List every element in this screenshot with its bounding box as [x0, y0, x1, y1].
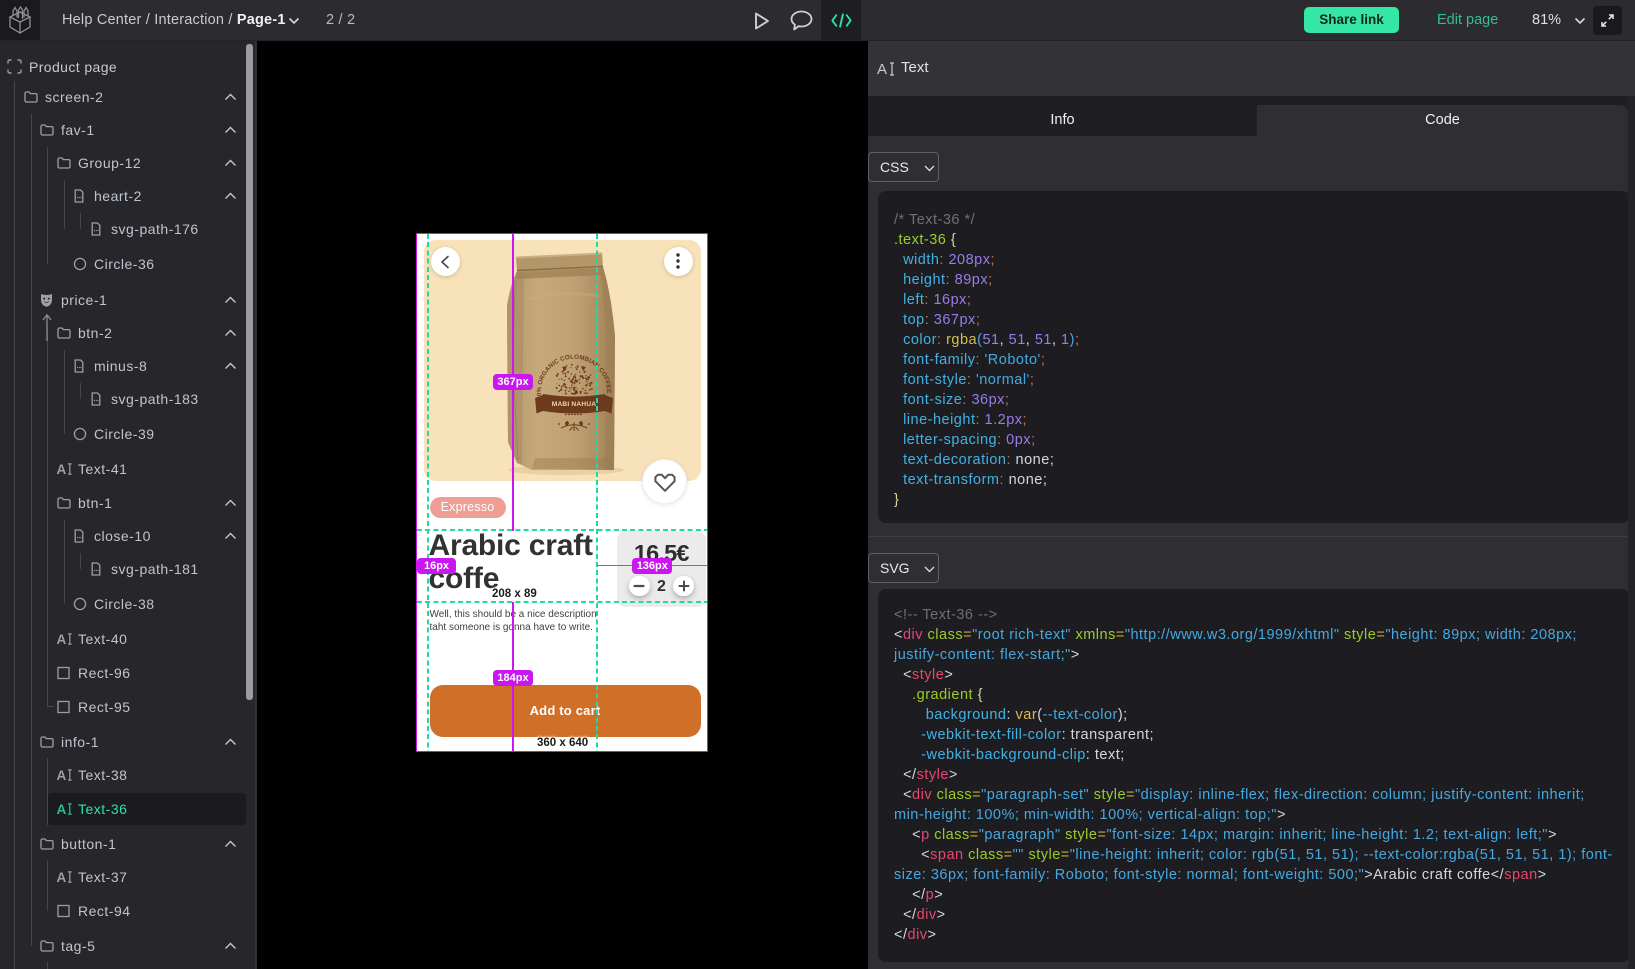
- svg-text:MABI NAHUA: MABI NAHUA: [552, 401, 597, 408]
- svg-text:A: A: [57, 871, 67, 884]
- svg-text:A: A: [877, 61, 887, 77]
- svg-text:A: A: [57, 633, 67, 646]
- svg-text:A: A: [57, 803, 67, 816]
- svg-text:A: A: [57, 769, 67, 782]
- svg-text:A: A: [57, 463, 67, 476]
